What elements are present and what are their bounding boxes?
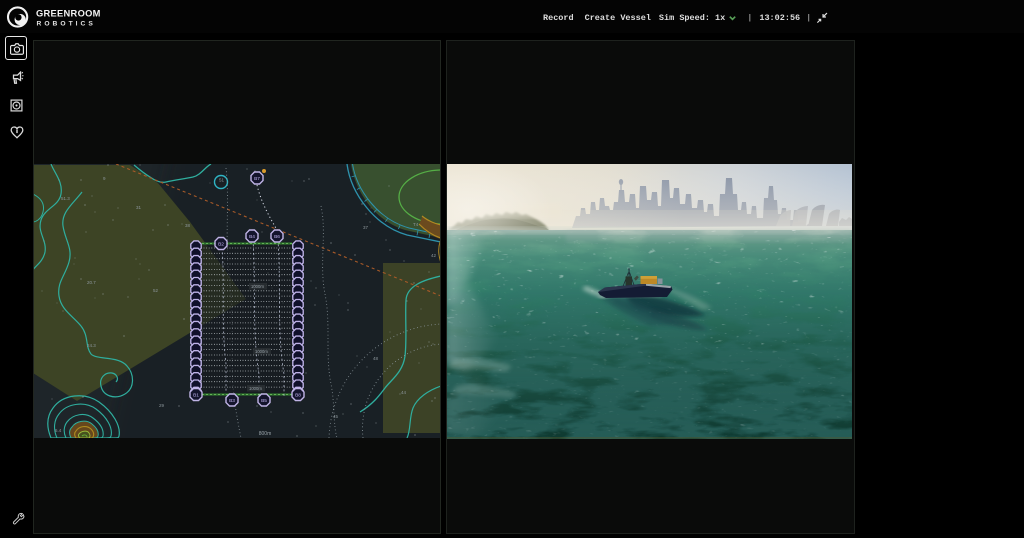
svg-text:20.7: 20.7 xyxy=(87,280,96,285)
svg-text:1000m: 1000m xyxy=(249,386,262,391)
svg-text:6.4: 6.4 xyxy=(55,428,62,433)
svg-text:B7: B7 xyxy=(254,176,260,182)
svg-text:B6: B6 xyxy=(274,234,280,240)
svg-text:51: 51 xyxy=(219,178,225,183)
svg-text:B8: B8 xyxy=(295,392,301,398)
svg-text:800m: 800m xyxy=(259,431,272,437)
svg-text:GREENROOM: GREENROOM xyxy=(36,9,101,19)
svg-text:B5: B5 xyxy=(261,398,267,404)
svg-text:44: 44 xyxy=(401,390,407,395)
svg-text:1000m: 1000m xyxy=(251,284,264,289)
svg-text:45: 45 xyxy=(333,414,339,419)
svg-text:24.3: 24.3 xyxy=(87,343,96,348)
svg-text:B3: B3 xyxy=(229,398,235,404)
svg-text:48: 48 xyxy=(373,356,379,361)
svg-text:B4: B4 xyxy=(249,234,255,240)
svg-text:B2: B2 xyxy=(218,241,224,247)
svg-text:1000m: 1000m xyxy=(255,349,268,354)
svg-text:T4: T4 xyxy=(413,222,419,227)
svg-text:42: 42 xyxy=(431,253,437,258)
svg-text:29: 29 xyxy=(159,403,165,408)
svg-text:37: 37 xyxy=(363,225,369,230)
svg-text:ROBOTICS: ROBOTICS xyxy=(37,21,96,28)
svg-text:B1: B1 xyxy=(193,392,199,398)
svg-text:52: 52 xyxy=(153,288,159,293)
svg-text:51.3: 51.3 xyxy=(61,196,70,201)
svg-text:38: 38 xyxy=(185,223,191,228)
svg-text:31: 31 xyxy=(136,205,142,210)
